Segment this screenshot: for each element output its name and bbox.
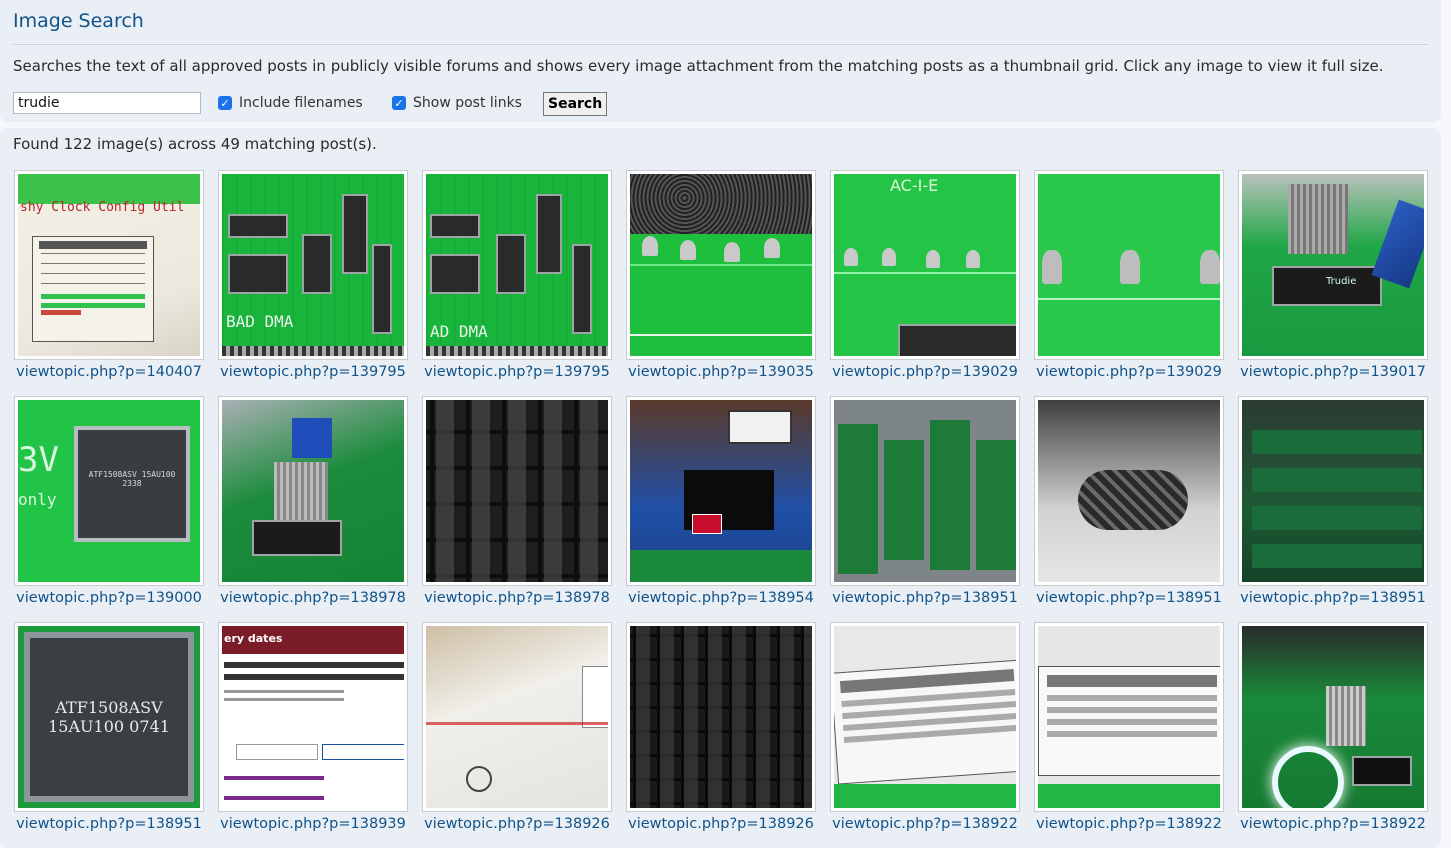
post-link[interactable]: viewtopic.php?p=138951 <box>1240 590 1426 606</box>
search-button[interactable]: Search <box>543 92 608 116</box>
post-link[interactable]: viewtopic.php?p=138951 <box>832 590 1018 606</box>
thumbnail-image[interactable]: BAD DMA <box>218 170 408 360</box>
thumbnail-image[interactable] <box>1034 396 1224 586</box>
thumbnail-image[interactable] <box>422 396 612 586</box>
thumbnail-image[interactable] <box>830 396 1020 586</box>
post-link[interactable]: viewtopic.php?p=138922 <box>1036 816 1222 832</box>
post-link[interactable]: viewtopic.php?p=138978 <box>220 590 406 606</box>
include-filenames-option[interactable]: ✓ Include filenames <box>218 94 363 112</box>
thumbnail-image[interactable] <box>830 622 1020 812</box>
thumbnail-cell: AD DMA viewtopic.php?p=139795 <box>421 170 613 396</box>
show-post-links-checkbox[interactable]: ✓ <box>392 96 406 110</box>
thumbnail-cell: viewtopic.php?p=138951 <box>1237 396 1429 622</box>
thumbnail-cell: viewtopic.php?p=138951 <box>829 396 1021 622</box>
post-link[interactable]: viewtopic.php?p=139029 <box>832 364 1018 380</box>
thumbnail-image[interactable] <box>626 170 816 360</box>
page-title: Image Search <box>13 10 144 32</box>
thumbnail-cell: viewtopic.php?p=138978 <box>217 396 409 622</box>
post-link[interactable]: viewtopic.php?p=139035 <box>628 364 814 380</box>
thumbnail-image[interactable] <box>1034 170 1224 360</box>
post-link[interactable]: viewtopic.php?p=138922 <box>1240 816 1426 832</box>
thumbnail-grid: shy Clock Config Util viewtopic.php?p=14… <box>13 170 1429 848</box>
thumbnail-cell: ery dates viewtopic.php?p=138939 <box>217 622 409 848</box>
post-link[interactable]: viewtopic.php?p=138922 <box>832 816 1018 832</box>
post-link[interactable]: viewtopic.php?p=139795 <box>220 364 406 380</box>
thumbnail-image[interactable] <box>1238 622 1428 812</box>
post-link[interactable]: viewtopic.php?p=139029 <box>1036 364 1222 380</box>
thumbnail-image[interactable]: AD DMA <box>422 170 612 360</box>
thumbnail-cell: Trudie viewtopic.php?p=139017 <box>1237 170 1429 396</box>
thumbnail-cell: viewtopic.php?p=138922 <box>1033 622 1225 848</box>
thumbnail-cell: viewtopic.php?p=138951 <box>1033 396 1225 622</box>
thumbnail-caption: AC-I-E <box>890 176 939 195</box>
search-input[interactable] <box>13 92 201 114</box>
post-link[interactable]: viewtopic.php?p=138926 <box>424 816 610 832</box>
thumbnail-caption: ATF1508ASV 15AU100 2338 <box>88 470 176 488</box>
thumbnail-image[interactable] <box>422 622 612 812</box>
thumbnail-cell: viewtopic.php?p=138922 <box>1237 622 1429 848</box>
thumbnail-caption: ery dates <box>224 632 283 645</box>
thumbnail-cell: 3V only ATF1508ASV 15AU100 2338 viewtopi… <box>13 396 205 622</box>
show-post-links-option[interactable]: ✓ Show post links <box>392 94 522 112</box>
thumbnail-cell: viewtopic.php?p=139035 <box>625 170 817 396</box>
thumbnail-image[interactable] <box>1238 396 1428 586</box>
post-link[interactable]: viewtopic.php?p=139017 <box>1240 364 1426 380</box>
post-link[interactable]: viewtopic.php?p=138978 <box>424 590 610 606</box>
include-filenames-checkbox[interactable]: ✓ <box>218 96 232 110</box>
thumbnail-caption: Trudie <box>1326 276 1357 287</box>
thumbnail-caption: BAD DMA <box>226 312 294 331</box>
thumbnail-image[interactable]: 3V only ATF1508ASV 15AU100 2338 <box>14 396 204 586</box>
post-link[interactable]: viewtopic.php?p=138951 <box>16 816 202 832</box>
thumbnail-image[interactable]: ATF1508ASV 15AU100 0741 <box>14 622 204 812</box>
thumbnail-cell: AC-I-E viewtopic.php?p=139029 <box>829 170 1021 396</box>
thumbnail-image[interactable] <box>626 396 816 586</box>
thumbnail-image[interactable]: Trudie <box>1238 170 1428 360</box>
post-link[interactable]: viewtopic.php?p=138954 <box>628 590 814 606</box>
title-divider <box>13 44 1428 45</box>
thumbnail-cell: BAD DMA viewtopic.php?p=139795 <box>217 170 409 396</box>
thumbnail-image[interactable]: shy Clock Config Util <box>14 170 204 360</box>
thumbnail-image[interactable]: AC-I-E <box>830 170 1020 360</box>
thumbnail-cell: viewtopic.php?p=139029 <box>1033 170 1225 396</box>
results-summary: Found 122 image(s) across 49 matching po… <box>13 135 377 153</box>
thumbnail-caption: ATF1508ASV 15AU100 0741 <box>48 698 170 736</box>
thumbnail-cell: ATF1508ASV 15AU100 0741 viewtopic.php?p=… <box>13 622 205 848</box>
thumbnail-image[interactable] <box>626 622 816 812</box>
post-link[interactable]: viewtopic.php?p=140407 <box>16 364 202 380</box>
thumbnail-cell: viewtopic.php?p=138978 <box>421 396 613 622</box>
thumbnail-image[interactable]: ery dates <box>218 622 408 812</box>
thumbnail-caption: shy Clock Config Util <box>20 200 185 215</box>
post-link[interactable]: viewtopic.php?p=138926 <box>628 816 814 832</box>
post-link[interactable]: viewtopic.php?p=139000 <box>16 590 202 606</box>
include-filenames-label: Include filenames <box>239 95 363 111</box>
thumbnail-image[interactable] <box>218 396 408 586</box>
thumbnail-cell: viewtopic.php?p=138926 <box>625 622 817 848</box>
thumbnail-cell: shy Clock Config Util viewtopic.php?p=14… <box>13 170 205 396</box>
post-link[interactable]: viewtopic.php?p=138951 <box>1036 590 1222 606</box>
post-link[interactable]: viewtopic.php?p=138939 <box>220 816 406 832</box>
thumbnail-cell: viewtopic.php?p=138926 <box>421 622 613 848</box>
thumbnail-caption: AD DMA <box>430 322 488 341</box>
thumbnail-image[interactable] <box>1034 622 1224 812</box>
show-post-links-label: Show post links <box>413 95 522 111</box>
post-link[interactable]: viewtopic.php?p=139795 <box>424 364 610 380</box>
thumbnail-cell: viewtopic.php?p=138922 <box>829 622 1021 848</box>
page-description: Searches the text of all approved posts … <box>13 57 1384 75</box>
thumbnail-cell: viewtopic.php?p=138954 <box>625 396 817 622</box>
